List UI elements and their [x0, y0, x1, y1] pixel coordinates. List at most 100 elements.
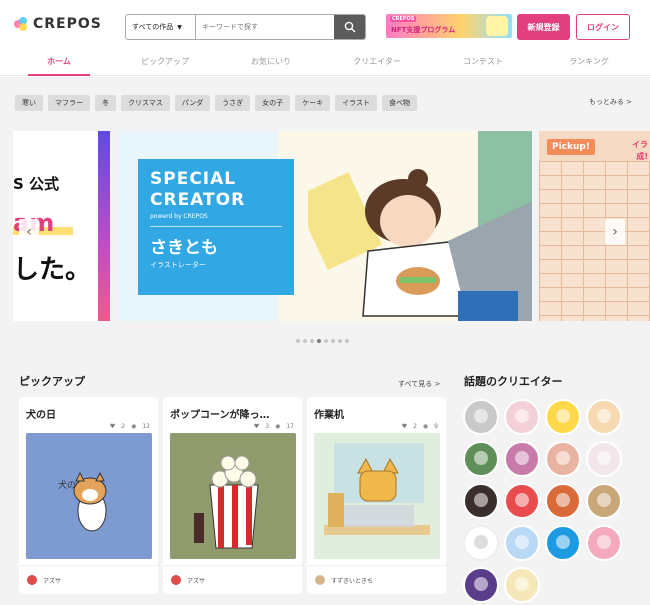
slide-prev-text-1: S 公式 [13, 175, 60, 193]
promo-text: NFT支援プログラム [391, 26, 456, 34]
creator-avatar[interactable] [463, 483, 499, 519]
logo[interactable]: CREPOS [14, 16, 102, 32]
search-button[interactable] [334, 15, 365, 39]
promo-small-label: CREPOS [390, 16, 417, 22]
pickup-see-all-link[interactable]: すべて見る > [398, 379, 440, 389]
tab-creators[interactable]: クリエイター [332, 48, 422, 75]
artwork-author[interactable]: すずきいときち [307, 565, 446, 594]
creator-avatar[interactable] [545, 399, 581, 435]
carousel-prev-arrow-icon[interactable]: ‹ [19, 219, 39, 245]
creator-avatar[interactable] [586, 483, 622, 519]
powered-by-label: powerd by CREPOS [150, 213, 208, 220]
author-name: すずきいときち [331, 577, 374, 585]
tag-chip[interactable]: うさぎ [215, 95, 251, 111]
carousel-slide-current[interactable]: SPECIAL CREATOR powerd by CREPOS さきとも イラ… [118, 131, 532, 321]
author-avatar [171, 575, 181, 585]
heart-icon: ♥ [253, 423, 260, 430]
creator-avatar[interactable] [586, 525, 622, 561]
carousel-dots [296, 339, 349, 343]
eye-icon: ◉ [131, 423, 137, 430]
logo-text: CREPOS [33, 16, 102, 32]
tab-pickup[interactable]: ピックアップ [120, 48, 210, 75]
creator-avatar[interactable] [504, 525, 540, 561]
artwork-stats: ♥ 2 ◉ 12 [110, 423, 150, 430]
creator-avatar[interactable] [504, 441, 540, 477]
creator-avatar[interactable] [586, 399, 622, 435]
header: CREPOS すべての作品 ▼ CREPOS NFT支援プログラム 新規登録 ロ… [0, 0, 650, 48]
carousel-slide-next[interactable]: Pickup! イラ 成! [539, 131, 650, 321]
search-icon [344, 21, 355, 33]
search-bar: すべての作品 ▼ [125, 14, 366, 40]
creator-avatar[interactable] [545, 525, 581, 561]
tag-chip[interactable]: パンダ [174, 95, 211, 111]
tab-contest[interactable]: コンテスト [438, 48, 528, 75]
creator-avatar-grid [463, 399, 633, 603]
search-category-select[interactable]: すべての作品 ▼ [126, 15, 196, 39]
promo-character-image [486, 16, 508, 36]
carousel-dot[interactable] [303, 339, 307, 343]
creator-avatar[interactable] [504, 567, 540, 603]
tag-chip[interactable]: イラスト [335, 95, 378, 111]
login-button[interactable]: ログイン [576, 14, 630, 40]
tag-list: 寒い マフラー 冬 クリスマス パンダ うさぎ 女の子 ケーキ イラスト 食べ物 [15, 95, 418, 111]
creator-avatar[interactable] [545, 441, 581, 477]
creator-avatar[interactable] [463, 567, 499, 603]
artwork-card[interactable]: 作業机 ♥ 2 ◉ 9 すずきいときち [307, 397, 446, 594]
tag-chip[interactable]: 冬 [95, 95, 116, 111]
creator-avatar[interactable] [463, 399, 499, 435]
search-category-label: すべての作品 [132, 23, 174, 31]
artwork-title: 犬の日 [26, 410, 56, 421]
creator-avatar[interactable] [504, 399, 540, 435]
tag-chip[interactable]: クリスマス [121, 95, 170, 111]
creator-avatar[interactable] [586, 441, 622, 477]
eye-icon: ◉ [275, 423, 281, 430]
tag-chip[interactable]: ケーキ [295, 95, 331, 111]
svg-text:犬の: 犬の [58, 479, 76, 491]
heart-icon: ♥ [109, 423, 116, 430]
carousel-dot-active[interactable] [317, 339, 321, 343]
pickup-badge: Pickup! [547, 139, 595, 155]
carousel-next-arrow-icon[interactable]: › [605, 219, 625, 245]
carousel-dot[interactable] [310, 339, 314, 343]
slide-prev-text-3: した。 [13, 255, 92, 285]
artwork-author[interactable]: アズサ [19, 565, 158, 594]
eye-icon: ◉ [422, 423, 429, 430]
like-count: 2 [413, 423, 417, 430]
tag-chip[interactable]: 寒い [15, 95, 43, 111]
special-creator-card: SPECIAL CREATOR powerd by CREPOS さきとも イラ… [138, 159, 294, 295]
nft-program-banner[interactable]: CREPOS NFT支援プログラム [386, 14, 512, 38]
carousel-dot[interactable] [338, 339, 342, 343]
artwork-card[interactable]: 犬の日 ♥ 2 ◉ 12 犬の アズサ [19, 397, 158, 594]
creator-avatar[interactable] [463, 525, 499, 561]
pickup-section-title: ピックアップ [19, 375, 85, 388]
search-input[interactable] [196, 15, 334, 39]
brick-wall-illustration [539, 161, 650, 321]
carousel-dot[interactable] [331, 339, 335, 343]
carousel-dot[interactable] [296, 339, 300, 343]
signup-button[interactable]: 新規登録 [517, 14, 570, 40]
author-avatar [315, 575, 325, 585]
logo-mark-icon [14, 17, 28, 31]
carousel-dot[interactable] [345, 339, 349, 343]
tag-chip[interactable]: マフラー [48, 95, 90, 111]
creator-avatar[interactable] [463, 441, 499, 477]
creator-avatar[interactable] [504, 483, 540, 519]
tab-ranking[interactable]: ランキング [544, 48, 634, 75]
creator-name: さきとも [150, 238, 218, 258]
gradient-stripe [98, 131, 110, 321]
tag-chip[interactable]: 食べ物 [382, 95, 418, 111]
artwork-card[interactable]: ポップコーンが降っ… ♥ 3 ◉ 17 アズサ [163, 397, 302, 594]
artwork-author[interactable]: アズサ [163, 565, 302, 594]
hero-carousel: S 公式 am した。 SPECIAL CREATOR [13, 131, 650, 321]
special-title-2: CREATOR [150, 190, 246, 210]
creator-avatar[interactable] [545, 483, 581, 519]
tag-chip[interactable]: 女の子 [255, 95, 291, 111]
tags-more-link[interactable]: もっとみる > [589, 97, 632, 107]
carousel-dot[interactable] [324, 339, 328, 343]
tab-favorites[interactable]: お気にいり [226, 48, 316, 75]
artwork-title: 作業机 [314, 410, 344, 421]
like-count: 3 [265, 423, 270, 430]
main-content: 寒い マフラー 冬 クリスマス パンダ うさぎ 女の子 ケーキ イラスト 食べ物… [0, 77, 650, 605]
tab-home[interactable]: ホーム [14, 48, 104, 76]
heart-icon: ♥ [401, 423, 408, 430]
